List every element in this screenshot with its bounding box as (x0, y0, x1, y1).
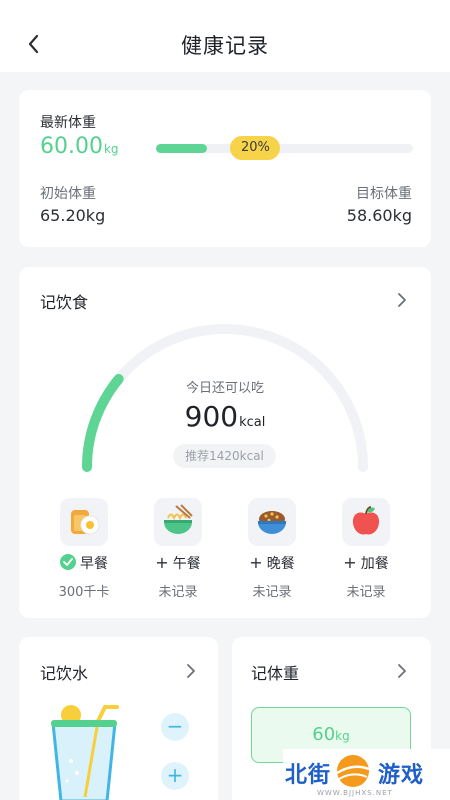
calorie-hint: 今日还可以吃 (185, 381, 264, 396)
chevron-right-icon[interactable] (394, 663, 410, 679)
weight-progress-bar: 20% (156, 136, 413, 160)
weight-progress-badge: 20% (230, 136, 281, 160)
latest-weight-value: 60.00kg (40, 134, 119, 159)
recommended-calorie-badge: 推荐1420kcal (173, 444, 276, 468)
meal-snack-name: 加餐 (360, 556, 389, 572)
meal-dinner-name: 晚餐 (266, 556, 295, 572)
meal-breakfast-name: 早餐 (80, 556, 108, 572)
latest-weight-number: 60.00 (40, 134, 103, 159)
latest-weight-label: 最新体重 (40, 115, 96, 131)
target-weight-label: 目标体重 (356, 186, 412, 202)
meal-lunch-name: 午餐 (172, 556, 201, 572)
watermark-text-right: 游戏 (378, 763, 425, 788)
water-card[interactable]: 记饮水 − + (19, 637, 218, 800)
initial-weight-label: 初始体重 (40, 186, 96, 202)
watermark-text-left: 北街 (285, 763, 332, 788)
water-increase-button[interactable]: + (161, 762, 189, 790)
meal-breakfast-calories: 300千卡 (58, 585, 110, 600)
header-bar: 健康记录 (0, 0, 450, 72)
chevron-right-icon[interactable] (183, 663, 199, 679)
calorie-remaining-number: 900 (184, 400, 239, 433)
weight-entry-value: 60 (312, 724, 336, 745)
water-cup-icon (51, 705, 119, 800)
weight-entry-unit: kg (335, 729, 350, 743)
check-circle-icon (60, 554, 76, 574)
meal-lunch-label: + 午餐 (133, 553, 223, 573)
latest-weight-unit: kg (103, 142, 119, 156)
water-decrease-button[interactable]: − (161, 713, 189, 741)
page-title: 健康记录 (181, 34, 269, 58)
meal-snack-label: + 加餐 (321, 553, 411, 573)
calorie-remaining: 900kcal (19, 400, 431, 433)
initial-weight-value: 65.20kg (40, 206, 106, 225)
plus-icon: + (343, 553, 357, 572)
calorie-remaining-unit: kcal (239, 415, 266, 430)
meal-breakfast-label: 早餐 (39, 553, 129, 574)
meal-snack-status: 未记录 (346, 585, 386, 600)
apple-icon (342, 498, 390, 546)
diet-card[interactable]: 记饮食 今日还可以吃 900kcal 推荐1420kcal 早餐 300千卡 +… (19, 267, 431, 618)
watermark-ball-icon (336, 755, 370, 787)
weight-progress-fill (156, 144, 208, 153)
plus-icon: + (249, 553, 263, 572)
rice-bowl-icon (248, 498, 296, 546)
noodle-bowl-icon (154, 498, 202, 546)
plus-icon: + (155, 553, 169, 572)
meal-dinner-status: 未记录 (252, 585, 292, 600)
toast-egg-icon (60, 498, 108, 546)
weight-summary-card: 最新体重 60.00kg 20% 初始体重 65.20kg 目标体重 58.60… (19, 90, 431, 247)
record-weight-title: 记体重 (251, 664, 300, 683)
meal-lunch-status: 未记录 (158, 585, 198, 600)
meal-dinner-label: + 晚餐 (227, 553, 317, 573)
watermark-url: WWW.BJJHXS.NET (317, 789, 393, 797)
water-card-title: 记饮水 (40, 664, 89, 683)
target-weight-value: 58.60kg (346, 206, 412, 225)
watermark-logo: 北街 游戏 WWW.BJJHXS.NET (283, 749, 450, 800)
